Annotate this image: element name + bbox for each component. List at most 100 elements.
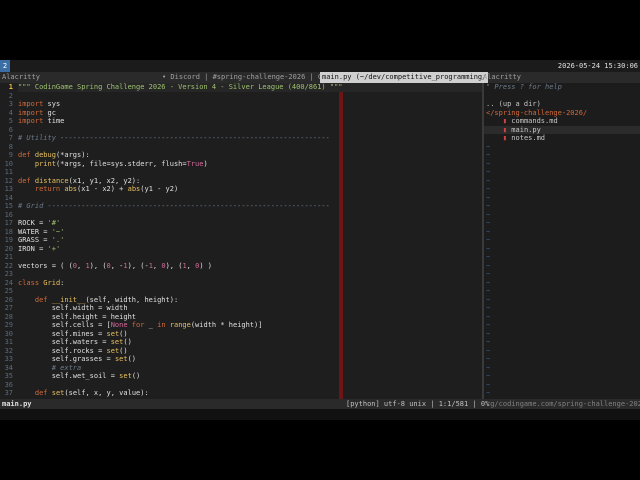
code-line[interactable]: class Grid: [18, 279, 482, 288]
code-token: range [169, 321, 191, 329]
code-line[interactable]: self.grasses = set() [18, 355, 482, 364]
tab-alacritty-left[interactable]: Alacritty [2, 72, 40, 83]
code-token: set [119, 372, 132, 380]
line-number: 16 [4, 210, 13, 219]
code-line[interactable]: self.mines = set() [18, 330, 482, 339]
code-line[interactable]: vectors = ( (0, 1), (0, -1), (-1, 0), (1… [18, 262, 482, 271]
code-line[interactable]: # Utility ------------------------------… [18, 134, 482, 143]
code-line[interactable]: # extra [18, 364, 482, 373]
line-number: 13 [4, 185, 13, 193]
line-number: 8 [8, 142, 13, 151]
code-line[interactable] [18, 211, 482, 220]
code-line[interactable]: return abs(x1 - x2) + abs(y1 - y2) [18, 185, 482, 194]
command-line[interactable] [0, 409, 640, 420]
code-line[interactable]: """ CodinGame Spring Challenge 2026 - Ve… [18, 83, 482, 92]
code-line[interactable]: GRASS = '.' [18, 236, 482, 245]
code-line[interactable]: self.width = width [18, 304, 482, 313]
tree-file-item[interactable]: ▮ commands.md [484, 117, 640, 126]
tree-up-dir[interactable]: .. (up a dir) [484, 100, 640, 109]
code-line[interactable] [18, 194, 482, 203]
code-line[interactable] [18, 253, 482, 262]
code-line[interactable]: ROCK = '#' [18, 219, 482, 228]
line-number: 29 [4, 321, 13, 329]
code-line[interactable] [18, 287, 482, 296]
line-number: 9 [8, 151, 13, 159]
tree-root-dir[interactable]: </spring-challenge-2026/ [484, 109, 640, 118]
code-token: self.grasses = [18, 355, 115, 363]
tree-empty-line: ~ [486, 295, 491, 304]
code-line[interactable]: self.cells = [None for _ in range(width … [18, 321, 482, 330]
code-line[interactable]: import sys [18, 100, 482, 109]
code-line[interactable] [18, 143, 482, 152]
code-line[interactable] [18, 168, 482, 177]
tree-file-item[interactable]: ▮ main.py [484, 125, 640, 134]
code-token: self.mines = [18, 329, 107, 338]
tree-empty-line: ~ [486, 168, 491, 176]
tree-empty-line: ~ [486, 193, 491, 202]
line-number: 12 [4, 176, 13, 185]
code-area[interactable]: """ CodinGame Spring Challenge 2026 - Ve… [18, 83, 482, 398]
top-bar: 2 2026-05-24 15:30:06 [0, 60, 640, 72]
code-token: ), ( [89, 261, 107, 270]
line-number: 37 [4, 389, 13, 397]
code-line[interactable]: def set(self, x, y, value): [18, 389, 482, 398]
code-line[interactable]: self.wet_soil = set() [18, 372, 482, 381]
line-number: 4 [8, 108, 13, 117]
line-number: 33 [4, 355, 13, 363]
tree-empty-line: ~ [486, 346, 491, 355]
code-token: def [34, 295, 48, 304]
tab-main-py[interactable]: main.py (~/dev/competitive_programming/ [320, 72, 489, 83]
code-line[interactable]: def debug(*args): [18, 151, 482, 160]
tab-discord[interactable]: • Discord | #spring-challenge-2026 | Cc [162, 72, 326, 83]
tree-file-item[interactable]: ▮ notes.md [484, 134, 640, 143]
line-number: 20 [4, 244, 13, 253]
code-line[interactable]: print(*args, file=sys.stderr, flush=True… [18, 160, 482, 169]
code-line[interactable]: def __init__(self, width, height): [18, 296, 482, 305]
code-line[interactable] [18, 381, 482, 390]
code-line[interactable]: import time [18, 117, 482, 126]
code-token: sys [43, 100, 61, 108]
tab-alacritty-right[interactable]: Alacritty [483, 72, 521, 83]
code-token: def [34, 389, 48, 397]
code-token: () [127, 355, 137, 363]
tree-empty-line: ~ [486, 363, 491, 372]
line-number: 15 [4, 202, 13, 210]
code-editor[interactable]: 1 2 3 4 5 6 7 8 9 10 11 12 13 14 15 16 17 18 19 20 21 22 23 24 2… [0, 83, 482, 399]
code-token: # Utility ------------------------------… [18, 134, 330, 142]
line-number: 19 [4, 236, 13, 244]
code-token: for [131, 321, 145, 329]
code-token: : [60, 278, 65, 287]
code-token: () [119, 346, 128, 355]
clock: 2026-05-24 15:30:06 [557, 62, 638, 70]
code-line[interactable]: IRON = '+' [18, 245, 482, 254]
code-token: # extra [51, 363, 82, 372]
code-line[interactable] [18, 92, 482, 101]
code-token: None [110, 321, 128, 329]
file-tree-panel[interactable]: " Press ? for help .. (up a dir) </sprin… [484, 83, 640, 399]
code-token: IRON = [18, 244, 48, 253]
code-line[interactable] [18, 126, 482, 135]
line-number: 28 [4, 312, 13, 321]
code-token: (width * height)] [190, 321, 263, 329]
status-file-info: [python] utf-8 unix | 1:1/581 | 0% [346, 400, 490, 408]
tree-empty-line: ~ [486, 244, 491, 253]
code-line[interactable]: self.waters = set() [18, 338, 482, 347]
code-token: set [51, 389, 65, 397]
tree-empty-line: ~ [486, 227, 491, 236]
line-number: 3 [8, 100, 13, 108]
code-token: (x1 - x2) + [77, 185, 128, 193]
code-line[interactable]: # Grid ---------------------------------… [18, 202, 482, 211]
code-line[interactable]: WATER = '~' [18, 228, 482, 237]
code-line[interactable]: self.height = height [18, 313, 482, 322]
status-line: main.py [python] utf-8 unix | 1:1/581 | … [0, 399, 640, 409]
code-token: return [34, 185, 61, 193]
code-line[interactable]: def distance(x1, y1, x2, y2): [18, 177, 482, 186]
code-line[interactable]: self.rocks = set() [18, 347, 482, 356]
code-line[interactable] [18, 270, 482, 279]
workspace-indicator[interactable]: 2 [0, 60, 10, 72]
code-line[interactable]: import gc [18, 109, 482, 118]
